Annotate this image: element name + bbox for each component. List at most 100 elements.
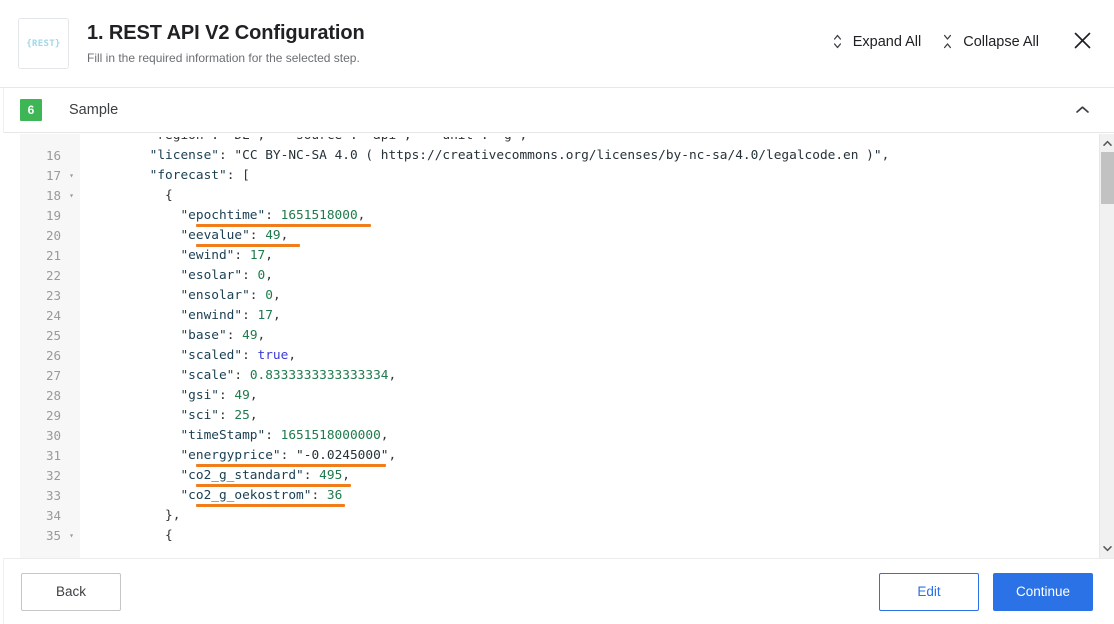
- code-token: :: [265, 208, 281, 223]
- code-token: ,: [265, 248, 273, 263]
- code-token: 49: [265, 228, 281, 243]
- sample-json-editor-panel: 16 17 ▾ 18 ▾ 19 20 21 22 23 24 25 26 27 28 29 30 31 32 33 34…: [0, 133, 1114, 558]
- code-token: :: [242, 308, 258, 323]
- line-number: 17 ▾: [20, 166, 80, 186]
- code-line[interactable]: "epochtime": 1651518000,: [80, 206, 1099, 227]
- code-token: "ensolar": [180, 288, 250, 303]
- line-number: 33: [45, 488, 61, 503]
- code-line-clipped: "region": "DE", "source": "api", "unit":…: [80, 137, 1099, 146]
- collapse-all-button[interactable]: Collapse All: [931, 28, 1049, 56]
- code-token: ,: [342, 468, 350, 483]
- code-line[interactable]: {: [80, 186, 1099, 206]
- code-token: ,: [881, 148, 890, 163]
- line-number: 21: [45, 248, 61, 263]
- editor-vertical-scrollbar[interactable]: [1099, 134, 1114, 558]
- code-token: "scaled": [180, 348, 243, 363]
- continue-button[interactable]: Continue: [993, 572, 1093, 611]
- code-token: "timeStamp": [180, 428, 266, 443]
- scrollbar-track[interactable]: [1100, 151, 1114, 541]
- edit-button[interactable]: Edit: [879, 572, 979, 611]
- code-content-area[interactable]: "region": "DE", "source": "api", "unit":…: [80, 134, 1099, 558]
- line-number-gutter: 16 17 ▾ 18 ▾ 19 20 21 22 23 24 25 26 27 28 29 30 31 32 33 34…: [20, 134, 80, 558]
- code-token: "co2_g_standard": [180, 468, 304, 483]
- section-header-sample[interactable]: 6 Sample: [0, 88, 1114, 133]
- code-token: ,: [288, 348, 297, 363]
- code-editor[interactable]: 16 17 ▾ 18 ▾ 19 20 21 22 23 24 25 26 27 28 29 30 31 32 33 34…: [20, 134, 1099, 558]
- code-line[interactable]: "esolar": 0,: [80, 266, 1099, 286]
- code-line[interactable]: {: [80, 526, 1099, 546]
- code-line[interactable]: "eevalue": 49,: [80, 226, 1099, 247]
- code-line[interactable]: "forecast": [: [80, 166, 1099, 186]
- line-number: 20: [45, 228, 61, 243]
- close-icon: [1073, 31, 1092, 53]
- code-line[interactable]: "scale": 0.8333333333333334,: [80, 366, 1099, 386]
- code-line[interactable]: "co2_g_oekostrom": 36: [80, 486, 1099, 507]
- expand-all-button[interactable]: Expand All: [821, 28, 932, 56]
- code-line[interactable]: "timeStamp": 1651518000000,: [80, 426, 1099, 446]
- code-line[interactable]: "enwind": 17,: [80, 306, 1099, 326]
- code-line[interactable]: "co2_g_standard": 495,: [80, 466, 1099, 487]
- code-token: :: [311, 488, 327, 503]
- step-number-badge: 6: [20, 99, 42, 121]
- expand-all-label: Expand All: [852, 33, 922, 50]
- code-token: "forecast": [149, 168, 227, 183]
- code-token: "epochtime": [180, 208, 266, 223]
- section-title: Sample: [69, 102, 119, 118]
- code-line[interactable]: "energyprice": "-0.0245000",: [80, 446, 1099, 467]
- scrollbar-thumb[interactable]: [1101, 152, 1114, 204]
- code-line[interactable]: },: [80, 506, 1099, 526]
- code-line[interactable]: "license": "CC BY-NC-SA 4.0 ( https://cr…: [80, 146, 1099, 166]
- chevron-up-icon: [1075, 103, 1090, 118]
- code-token: :: [218, 388, 235, 403]
- code-token: :: [226, 328, 243, 343]
- code-token: "esolar": [180, 268, 243, 283]
- code-line[interactable]: "gsi": 49,: [80, 386, 1099, 406]
- section-collapse-toggle[interactable]: [1067, 97, 1098, 124]
- code-token: true: [257, 348, 289, 363]
- scrollbar-up-arrow[interactable]: [1100, 136, 1114, 151]
- code-token: "CC BY-NC-SA 4.0 ( https://creativecommo…: [234, 148, 882, 163]
- back-button[interactable]: Back: [21, 572, 121, 611]
- code-token: ,: [272, 288, 281, 303]
- code-token: 1651518000: [280, 208, 358, 223]
- code-token: "eevalue": [180, 228, 250, 243]
- line-number: 25: [45, 328, 61, 343]
- rest-api-logo-text: {REST}: [26, 38, 61, 49]
- code-token: "-0.0245000": [296, 448, 389, 463]
- code-token: : [: [226, 168, 250, 183]
- line-number: 16: [45, 148, 61, 163]
- line-number-clipped: [20, 137, 80, 146]
- collapse-all-label: Collapse All: [963, 33, 1039, 50]
- code-fold-toggle-icon[interactable]: ▾: [69, 186, 74, 206]
- dialog-header: {REST} 1. REST API V2 Configuration Fill…: [0, 0, 1114, 88]
- code-token: 0: [265, 288, 273, 303]
- close-dialog-button[interactable]: [1067, 25, 1098, 59]
- code-line[interactable]: "base": 49,: [80, 326, 1099, 346]
- code-token: :: [218, 408, 235, 423]
- code-token: 1651518000000: [280, 428, 381, 443]
- code-token: 0.8333333333333334: [249, 368, 389, 383]
- code-token: 17: [257, 308, 273, 323]
- code-token: :: [234, 368, 250, 383]
- collapse-vertical-icon: [941, 34, 954, 49]
- code-fold-toggle-icon[interactable]: ▾: [69, 526, 74, 546]
- code-token: ,: [388, 448, 397, 463]
- code-line[interactable]: "ewind": 17,: [80, 246, 1099, 266]
- code-line[interactable]: "ensolar": 0,: [80, 286, 1099, 306]
- header-title-group: 1. REST API V2 Configuration Fill in the…: [87, 20, 821, 67]
- code-fold-toggle-icon[interactable]: ▾: [69, 166, 74, 186]
- code-line[interactable]: "sci": 25,: [80, 406, 1099, 426]
- scrollbar-down-arrow[interactable]: [1100, 541, 1114, 556]
- code-token: :: [265, 428, 281, 443]
- code-line[interactable]: "scaled": true,: [80, 346, 1099, 366]
- code-token: "co2_g_oekostrom": [180, 488, 312, 503]
